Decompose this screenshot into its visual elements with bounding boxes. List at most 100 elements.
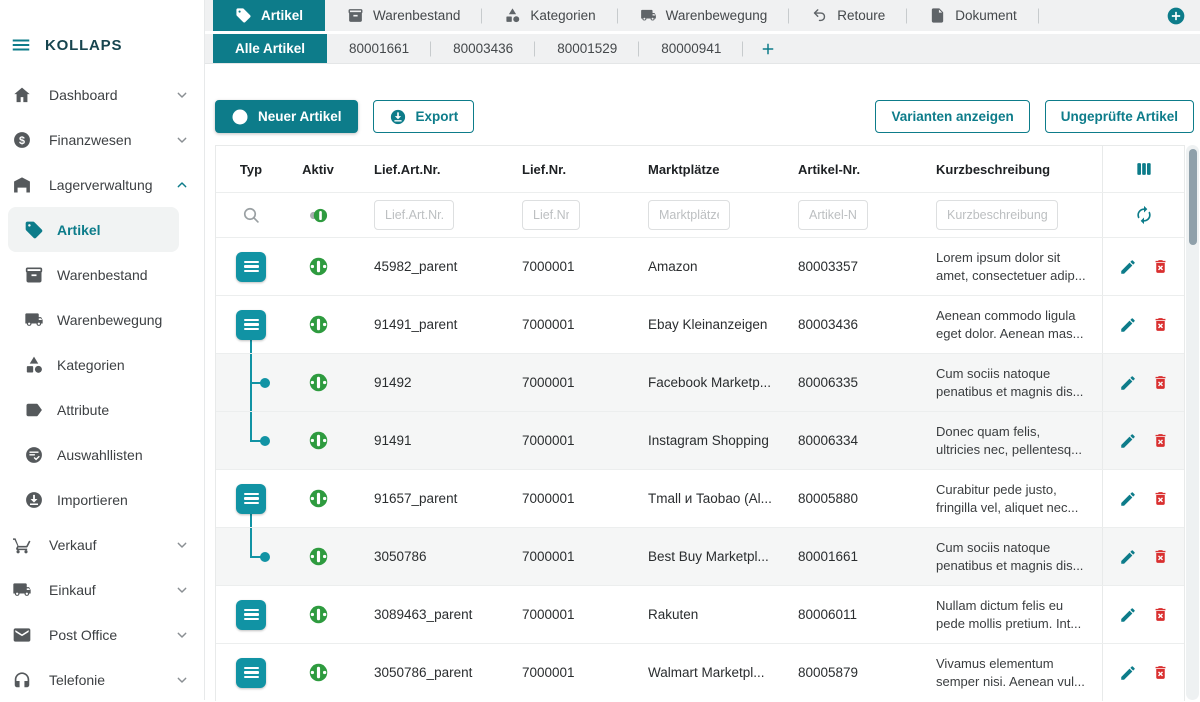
sidebar-item-verkauf[interactable]: Verkauf: [0, 522, 204, 567]
add-article-tab-button[interactable]: [759, 40, 777, 58]
active-toggle-icon[interactable]: [308, 546, 329, 567]
active-toggle-icon[interactable]: [308, 662, 329, 683]
active-toggle-icon[interactable]: [308, 488, 329, 509]
chevron-down-icon[interactable]: [174, 582, 190, 598]
delete-icon[interactable]: [1152, 258, 1169, 275]
show-variants-button[interactable]: Varianten anzeigen: [875, 100, 1029, 133]
delete-icon[interactable]: [1152, 606, 1169, 623]
article-tab-80001529[interactable]: 80001529: [535, 34, 639, 63]
new-article-button[interactable]: Neuer Artikel: [215, 100, 358, 133]
columns-icon[interactable]: [1134, 159, 1154, 179]
filter-input-artikel-nr[interactable]: [798, 200, 868, 230]
truck-icon: [24, 310, 44, 330]
tab-artikel[interactable]: Artikel: [213, 0, 325, 31]
sidebar-item-finanzwesen[interactable]: $Finanzwesen: [0, 117, 204, 162]
svg-text:$: $: [19, 134, 25, 146]
sidebar-item-telefonie[interactable]: Telefonie: [0, 657, 204, 702]
delete-icon[interactable]: [1152, 490, 1169, 507]
article-tab-alle-artikel[interactable]: Alle Artikel: [213, 34, 327, 63]
active-toggle-icon[interactable]: [308, 256, 329, 277]
cell-artikel-nr-value: 80005879: [798, 665, 858, 680]
tree-connector-dot: [260, 436, 270, 446]
edit-icon[interactable]: [1119, 316, 1137, 334]
active-toggle-icon[interactable]: [308, 430, 329, 451]
delete-icon[interactable]: [1152, 374, 1169, 391]
edit-icon[interactable]: [1119, 490, 1137, 508]
edit-icon[interactable]: [1119, 432, 1137, 450]
export-button[interactable]: Export: [373, 100, 475, 133]
kurzbeschreibung-line: Lorem ipsum dolor sit: [936, 249, 1096, 267]
add-tab-button[interactable]: [1166, 6, 1186, 26]
sidebar-item-einkauf[interactable]: Einkauf: [0, 567, 204, 612]
cell-lief-nr: 7000001: [498, 491, 624, 506]
sidebar-item-importieren[interactable]: Importieren: [0, 477, 204, 522]
tab-warenbewegung[interactable]: Warenbewegung: [618, 0, 790, 31]
delete-icon[interactable]: [1152, 548, 1169, 565]
filter-input-marktpl-tze[interactable]: [648, 200, 730, 230]
sidebar-item-lagerverwaltung[interactable]: Lagerverwaltung: [0, 162, 204, 207]
edit-icon[interactable]: [1119, 548, 1137, 566]
article-tab-80003436[interactable]: 80003436: [431, 34, 535, 63]
vertical-scrollbar[interactable]: [1186, 145, 1199, 700]
tab-label: Warenbewegung: [666, 8, 768, 23]
cell-lief-nr-value: 7000001: [522, 375, 575, 390]
refresh-icon[interactable]: [1134, 205, 1154, 225]
chevron-down-icon[interactable]: [174, 132, 190, 148]
tab-kategorien[interactable]: Kategorien: [482, 0, 617, 31]
sidebar-item-auswahllisten[interactable]: Auswahllisten: [0, 432, 204, 477]
edit-icon[interactable]: [1119, 664, 1137, 682]
article-type-icon[interactable]: [236, 600, 266, 630]
tab-dokument[interactable]: Dokument: [907, 0, 1039, 31]
sidebar-menu: Dashboard$FinanzwesenLagerverwaltungArti…: [0, 72, 204, 702]
article-type-icon[interactable]: [236, 484, 266, 514]
row-actions-cell: [1102, 238, 1184, 295]
edit-icon[interactable]: [1119, 374, 1137, 392]
active-toggle-icon[interactable]: [308, 372, 329, 393]
sidebar-item-post-office[interactable]: Post Office: [0, 612, 204, 657]
sidebar-item-warenbewegung[interactable]: Warenbewegung: [0, 297, 204, 342]
cell-artikel-nr: 80005880: [774, 491, 912, 506]
chevron-up-icon[interactable]: [174, 177, 190, 193]
chevron-down-icon[interactable]: [174, 672, 190, 688]
active-toggle-icon[interactable]: [308, 314, 329, 335]
tab-retoure[interactable]: Retoure: [789, 0, 907, 31]
filter-input-lief-art-nr[interactable]: [374, 200, 454, 230]
menu-icon[interactable]: [10, 34, 32, 56]
return-icon: [811, 7, 828, 24]
cell-lief-nr-value: 7000001: [522, 259, 575, 274]
tab-warenbestand[interactable]: Warenbestand: [325, 0, 482, 31]
article-type-icon[interactable]: [236, 252, 266, 282]
article-tab-80001661[interactable]: 80001661: [327, 34, 431, 63]
article-type-icon[interactable]: [236, 310, 266, 340]
row-actions-cell: [1102, 296, 1184, 353]
sidebar-item-artikel[interactable]: Artikel: [8, 207, 179, 252]
scrollbar-thumb[interactable]: [1189, 149, 1197, 245]
sidebar-item-label: Post Office: [49, 627, 117, 643]
edit-icon[interactable]: [1119, 258, 1137, 276]
inventory-box-icon: [347, 7, 364, 24]
search-icon[interactable]: [241, 205, 261, 225]
sidebar-item-attribute[interactable]: Attribute: [0, 387, 204, 432]
unchecked-articles-button[interactable]: Ungeprüfte Artikel: [1045, 100, 1194, 133]
aktiv-cell: [286, 586, 350, 643]
article-type-icon[interactable]: [236, 658, 266, 688]
active-toggle-icon[interactable]: [308, 604, 329, 625]
export-icon: [389, 108, 407, 126]
delete-icon[interactable]: [1152, 316, 1169, 333]
chevron-down-icon[interactable]: [174, 87, 190, 103]
edit-icon[interactable]: [1119, 606, 1137, 624]
delete-icon[interactable]: [1152, 432, 1169, 449]
chevron-down-icon[interactable]: [174, 627, 190, 643]
sidebar-item-warenbestand[interactable]: Warenbestand: [0, 252, 204, 297]
article-tab-80000941[interactable]: 80000941: [639, 34, 743, 63]
chevron-down-icon[interactable]: [174, 537, 190, 553]
sidebar-item-kategorien[interactable]: Kategorien: [0, 342, 204, 387]
filter-input-lief-nr[interactable]: [522, 200, 580, 230]
brand-logo: KOLLAPS: [45, 37, 122, 54]
filter-input-kurzbeschreibung[interactable]: [936, 200, 1058, 230]
cell-lief-art-nr-value: 45982_parent: [374, 259, 457, 274]
kurzbeschreibung-line: Aenean commodo ligula: [936, 307, 1096, 325]
active-filter-icon[interactable]: [308, 205, 329, 226]
sidebar-item-dashboard[interactable]: Dashboard: [0, 72, 204, 117]
delete-icon[interactable]: [1152, 664, 1169, 681]
